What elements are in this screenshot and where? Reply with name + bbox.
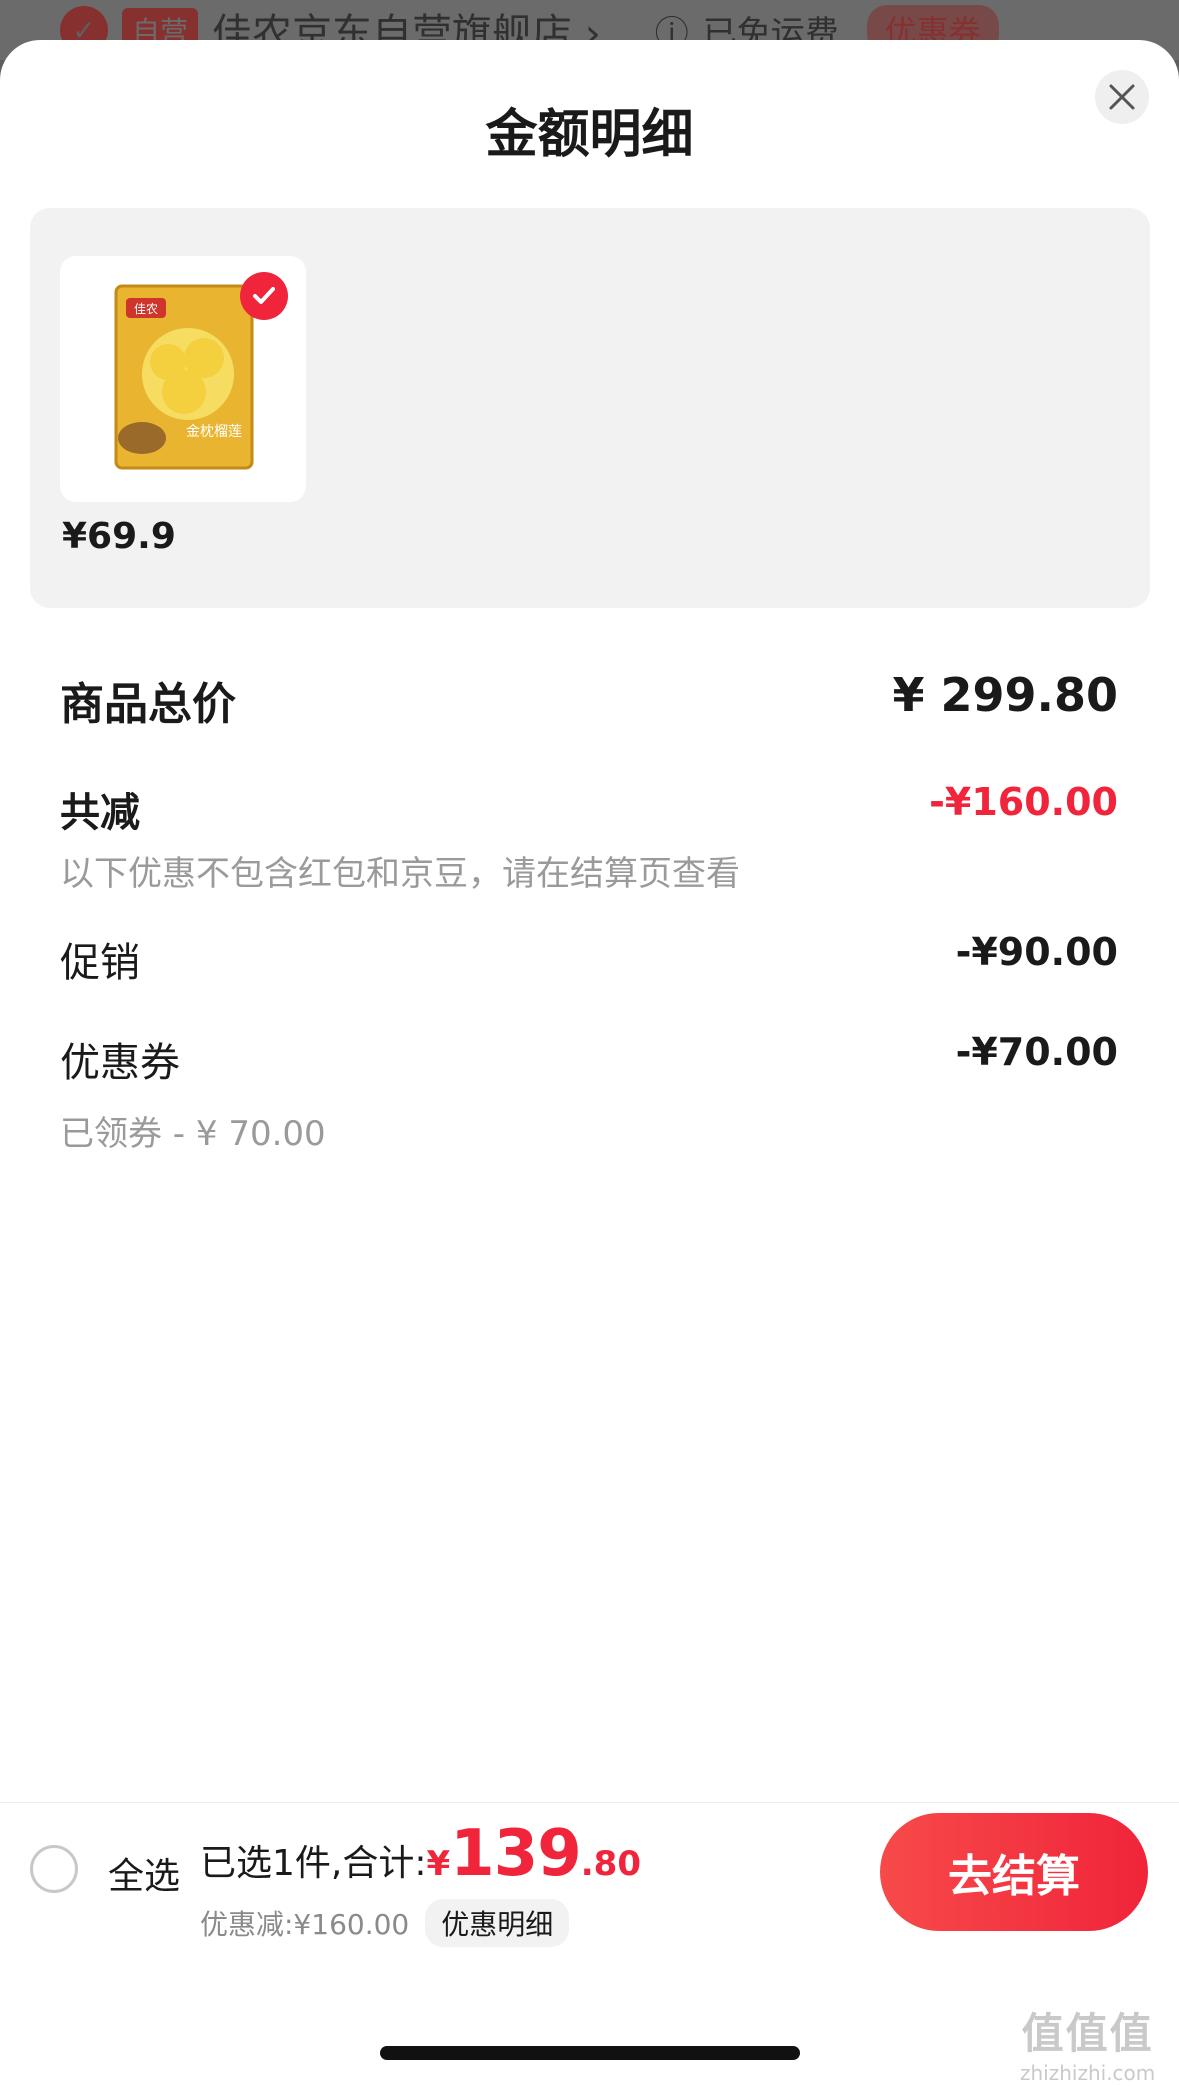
sheet-title: 金额明细	[485, 105, 694, 165]
svg-text:金枕榴莲: 金枕榴莲	[186, 424, 242, 440]
selected-count-text: 已选1件,合计:	[200, 1843, 427, 1884]
coupon-row: 优惠券 -¥70.00	[60, 1030, 1118, 1090]
coupon-label: 优惠券	[60, 1040, 180, 1086]
watermark: 值值值 zhizhizhi.com	[1020, 2000, 1155, 2085]
coupon-claimed-note: 已领券 - ¥ 70.00	[60, 1114, 326, 1154]
checkout-footer: 全选 已选1件,合计:¥139.80 优惠减:¥160.00 优惠明细 去结算	[0, 1802, 1179, 1950]
discount-detail-link[interactable]: 优惠明细	[425, 1899, 570, 1947]
total-currency: ¥	[426, 1844, 451, 1884]
selected-check-icon[interactable]	[240, 272, 288, 320]
promotion-value: -¥90.00	[955, 930, 1118, 974]
total-amount-integer: 139	[450, 1817, 582, 1891]
watermark-url: zhizhizhi.com	[1020, 2061, 1156, 2085]
product-price: ¥69.9	[62, 516, 176, 557]
products-panel: 佳农 金枕榴莲 ¥69.9	[30, 208, 1150, 608]
durian-package-image: 佳农 金枕榴莲	[114, 284, 254, 470]
svg-text:佳农: 佳农	[134, 302, 158, 316]
close-button[interactable]	[1095, 70, 1149, 124]
discount-amount: 优惠减:¥160.00	[200, 1908, 410, 1941]
discount-line: 优惠减:¥160.00 优惠明细	[200, 1899, 570, 1947]
promotion-label: 促销	[60, 940, 140, 986]
total-price-label: 商品总价	[60, 679, 236, 730]
total-reduction-value: -¥160.00	[929, 780, 1118, 824]
order-summary: 已选1件,合计:¥139.80	[200, 1817, 641, 1891]
total-price-value: ¥ 299.80	[892, 668, 1118, 722]
promotion-row: 促销 -¥90.00	[60, 930, 1118, 990]
select-all-label[interactable]: 全选	[108, 1847, 180, 1899]
checkout-button[interactable]: 去结算	[880, 1813, 1148, 1931]
total-amount-decimal: .80	[580, 1844, 641, 1884]
total-price-row: 商品总价 ¥ 299.80	[60, 668, 1118, 738]
home-indicator[interactable]	[380, 2046, 800, 2060]
total-reduction-row: 共减 -¥160.00	[60, 780, 1118, 840]
total-reduction-label: 共减	[60, 790, 140, 836]
coupon-value: -¥70.00	[955, 1030, 1118, 1074]
discount-note: 以下优惠不包含红包和京豆，请在结算页查看	[60, 854, 740, 894]
watermark-logo-text: 值值值	[1021, 2009, 1154, 2058]
amount-detail-sheet: 金额明细 佳农 金枕榴莲 ¥69.9 商品总价 ¥ 299.80 共减 -¥16…	[0, 40, 1179, 2086]
close-icon	[1109, 84, 1135, 110]
product-card[interactable]: 佳农 金枕榴莲	[60, 256, 306, 502]
select-all-radio[interactable]	[30, 1845, 78, 1893]
